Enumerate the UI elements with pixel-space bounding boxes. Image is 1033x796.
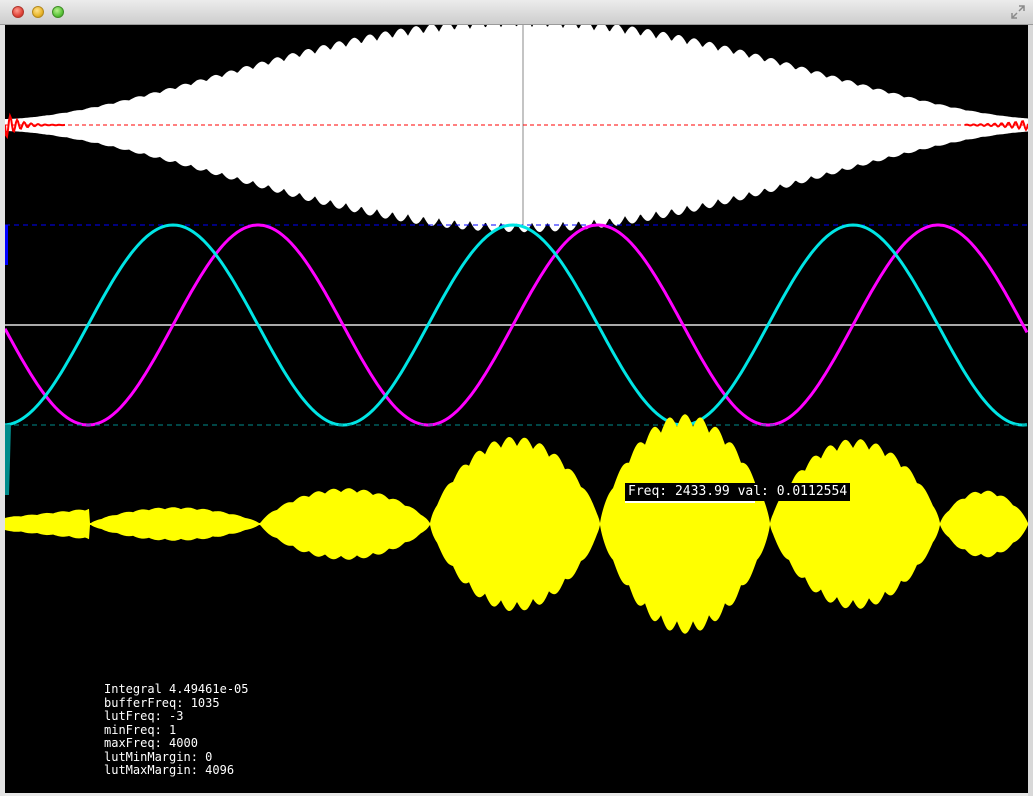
teal-marker <box>5 425 11 495</box>
frequency-spectrum <box>5 414 1028 634</box>
app-window: Freq: 2433.99 val: 0.0112554 Integral 4.… <box>0 0 1033 796</box>
lut-max-margin-readout: lutMaxMargin: 4096 <box>104 763 235 777</box>
envelope-band <box>5 25 1028 233</box>
tooltip-underline <box>625 501 755 503</box>
signal-plot[interactable] <box>5 25 1028 793</box>
lut-freq-readout: lutFreq: -3 <box>104 709 184 723</box>
right-window-edge <box>1028 25 1033 796</box>
spectrum-band <box>5 414 1028 634</box>
integral-readout: Integral 4.49461e-05 <box>104 682 249 696</box>
visualization-canvas[interactable]: Freq: 2433.99 val: 0.0112554 Integral 4.… <box>5 25 1028 793</box>
frequency-tooltip: Freq: 2433.99 val: 0.0112554 <box>625 483 851 501</box>
minimize-icon[interactable] <box>32 6 44 18</box>
close-icon[interactable] <box>12 6 24 18</box>
zoom-icon[interactable] <box>52 6 64 18</box>
title-bar[interactable] <box>0 0 1033 25</box>
blue-marker <box>5 225 8 265</box>
lut-min-margin-readout: lutMinMargin: 0 <box>104 749 213 764</box>
fullscreen-arrows-icon[interactable] <box>1011 5 1025 19</box>
max-freq-readout: maxFreq: 4000 <box>104 736 198 750</box>
info-panel: Integral 4.49461e-05 bufferFreq: 1035 lu… <box>104 682 249 778</box>
min-freq-readout: minFreq: 1 <box>104 722 177 737</box>
buffer-freq-readout: bufferFreq: 1035 <box>104 695 220 710</box>
window-envelope <box>5 25 1028 233</box>
